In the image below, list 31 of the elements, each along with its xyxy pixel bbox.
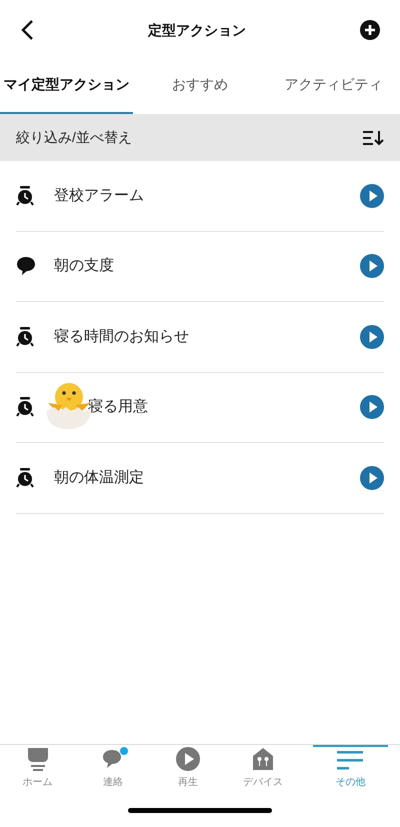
sort-icon[interactable]: [362, 130, 384, 146]
filter-sort-label: 絞り込み/並べ替え: [16, 128, 132, 147]
filter-bar[interactable]: 絞り込み/並べ替え: [0, 114, 400, 161]
play-icon[interactable]: [360, 184, 384, 208]
tab[interactable]: おすすめ: [133, 60, 267, 114]
nav-tab[interactable]: ホーム: [0, 745, 76, 794]
play-icon[interactable]: [360, 254, 384, 278]
play-icon: [176, 747, 200, 771]
tab[interactable]: アクティビティ: [266, 60, 400, 114]
alarm-clock-icon: [16, 397, 34, 418]
alarm-clock-icon: [16, 186, 34, 206]
routine-name[interactable]: 朝の支度: [54, 255, 114, 278]
back-icon[interactable]: [20, 19, 34, 41]
menu-icon: [337, 749, 364, 771]
nav-tab[interactable]: デバイス: [226, 745, 301, 794]
routine-name[interactable]: 朝の体温測定: [54, 466, 144, 489]
routine-name[interactable]: 寝る用意: [88, 396, 148, 418]
speech-bubble-icon: [16, 256, 36, 276]
page-title: 定型アクション: [148, 20, 246, 40]
house-icon: [251, 747, 276, 771]
nav-tab[interactable]: 再生: [150, 745, 226, 794]
routine-name[interactable]: 登校アラーム: [54, 184, 144, 207]
alarm-clock-icon: [16, 468, 34, 488]
alarm-clock-icon: [16, 326, 34, 347]
home-icon: [26, 747, 50, 771]
play-icon[interactable]: [360, 395, 384, 420]
routine-name[interactable]: 寝る時間のお知らせ: [54, 326, 189, 348]
play-icon[interactable]: [360, 466, 384, 490]
play-icon[interactable]: [360, 324, 384, 349]
add-icon[interactable]: [360, 20, 380, 40]
nav-tab[interactable]: 連絡: [75, 745, 150, 794]
